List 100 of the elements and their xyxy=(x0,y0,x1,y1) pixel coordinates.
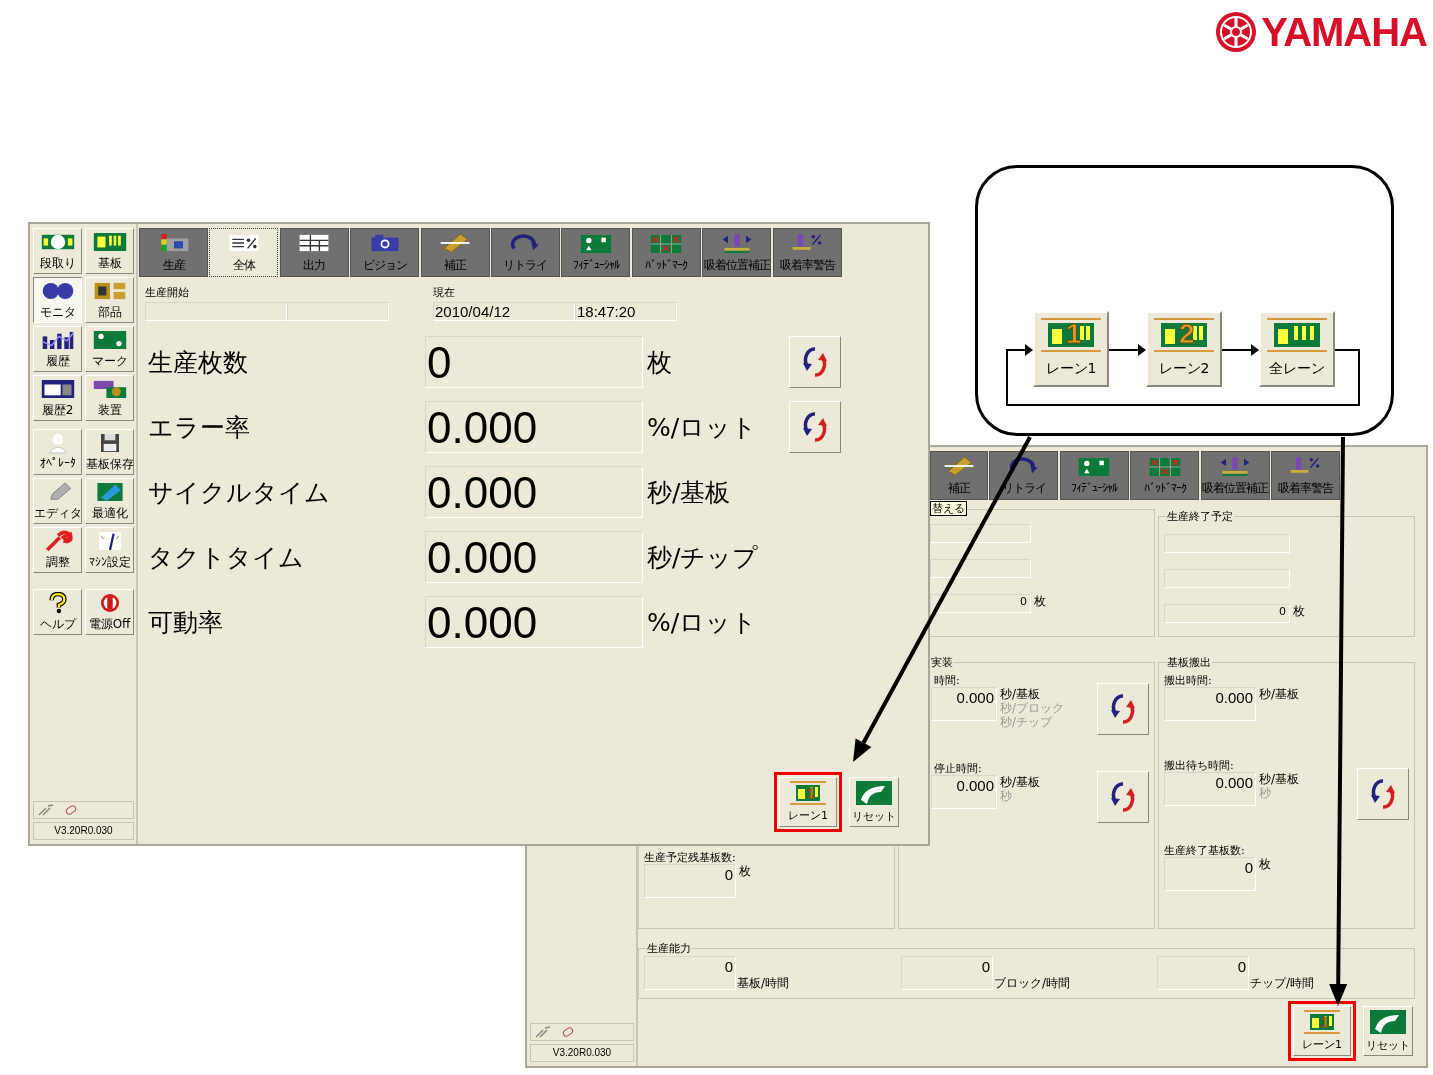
field-label: 生産開始 xyxy=(145,285,190,300)
group-title: 基板搬出 xyxy=(1166,655,1212,670)
circuit-board-icon xyxy=(91,231,128,253)
tab[interactable]: 補正 xyxy=(420,228,490,277)
tab[interactable]: ﾊﾞｯﾄﾞﾏｰｸ xyxy=(631,228,701,277)
unit-label: 秒/基板 xyxy=(1259,772,1300,786)
sidebar-button[interactable]: ｵﾍﾟﾚｰﾀ xyxy=(33,429,82,475)
unit-label: 秒/基板 xyxy=(646,476,732,509)
sidebar-button[interactable]: 基板保存 xyxy=(85,429,134,475)
unit-label: 秒/チップ xyxy=(1000,715,1054,729)
field-label: 生産終了基板数: xyxy=(1164,843,1246,857)
metric-value: 0 xyxy=(425,336,643,388)
unit-label: 秒 xyxy=(1000,789,1013,803)
pill-icon xyxy=(561,1026,575,1038)
refresh-icon xyxy=(803,346,827,378)
board-icon xyxy=(1302,1010,1342,1034)
sidebar-button[interactable]: 装置 xyxy=(85,375,134,421)
machine-icon xyxy=(91,378,128,400)
sidebar-button[interactable]: ヘルプ xyxy=(33,589,82,635)
lane-button[interactable]: 全レーン xyxy=(1259,311,1335,387)
refresh-button[interactable] xyxy=(789,336,841,388)
unit-label: ブロック/時間 xyxy=(994,976,1071,990)
readout-field: 0 xyxy=(1164,604,1290,623)
reset-button[interactable]: リセット xyxy=(1363,1006,1413,1056)
metric-label: 可動率 xyxy=(147,606,224,639)
sidebar-button[interactable]: ﾏｼﾝ設定 xyxy=(85,527,134,573)
tab[interactable]: 出力 xyxy=(279,228,349,277)
readout-field: 0 xyxy=(1164,857,1256,891)
readout-field: 0.000 xyxy=(931,775,997,809)
board-with-dots-icon xyxy=(91,329,128,351)
reset-button[interactable]: リセット xyxy=(849,777,899,827)
tab[interactable]: ﾌｨﾃﾞｭｰｼｬﾙ xyxy=(561,228,631,277)
metric-value: 0.000 xyxy=(425,401,643,453)
unit-label: 枚 xyxy=(739,864,751,878)
tab[interactable]: 吸着率警告 xyxy=(772,228,842,277)
sidebar-button[interactable]: 基板 xyxy=(85,228,134,274)
unit-label: 秒/チップ xyxy=(646,541,760,574)
unit-label: 枚 xyxy=(1259,857,1271,871)
readout-field: 0 xyxy=(1157,956,1249,990)
flow-arrow xyxy=(1221,344,1259,356)
tab[interactable]: リトライ xyxy=(490,228,560,277)
lane-number: 1 xyxy=(1066,320,1082,348)
lane-button[interactable]: 2 レーン2 xyxy=(1146,311,1222,387)
reset-icon xyxy=(855,780,893,806)
sidebar-button[interactable]: 調整 xyxy=(33,527,82,573)
date-field: 2010/04/12 xyxy=(433,302,575,321)
tab[interactable]: ﾊﾞｯﾄﾞﾏｰｸ xyxy=(1130,451,1200,500)
reset-icon xyxy=(1369,1009,1407,1035)
pill-icon xyxy=(64,804,78,816)
tab[interactable]: 全体 xyxy=(209,228,279,277)
tab[interactable]: 吸着率警告 xyxy=(1270,451,1340,500)
time-field: 18:47:20 xyxy=(575,302,677,321)
sidebar-button[interactable]: モニタ xyxy=(33,277,82,323)
unit-label: チップ/時間 xyxy=(1250,976,1315,990)
metric-label: タクトタイム xyxy=(147,541,305,574)
unit-label: 枚 xyxy=(1293,604,1305,618)
readout-field: 0.000 xyxy=(1164,687,1256,721)
sidebar-button[interactable]: マーク xyxy=(85,326,134,372)
lane-number: 2 xyxy=(1179,320,1195,348)
version-label: V3.20R0.030 xyxy=(530,1044,634,1062)
tab[interactable]: 補正 xyxy=(930,451,988,500)
tab[interactable]: 吸着位置補正 xyxy=(1200,451,1270,500)
sidebar-button[interactable]: 履歴 xyxy=(33,326,82,372)
metric-label: 生産枚数 xyxy=(147,346,249,379)
field-label: 搬出時間: xyxy=(1164,673,1213,687)
tab[interactable]: 生産 xyxy=(139,228,208,277)
refresh-button[interactable] xyxy=(789,401,841,453)
version-label: V3.20R0.030 xyxy=(33,822,134,840)
unit-label: %/ロット xyxy=(646,606,759,639)
sidebar-button[interactable]: 部品 xyxy=(85,277,134,323)
field-label: 搬出待ち時間: xyxy=(1164,758,1235,772)
readout-field: 0 xyxy=(644,864,736,898)
tab[interactable]: ビジョン xyxy=(350,228,420,277)
readout-field: 0.000 xyxy=(931,687,997,721)
field-label: 生産予定残基板数: xyxy=(644,850,737,864)
field-label: 時間: xyxy=(933,673,961,687)
field-label: 現在 xyxy=(433,285,456,300)
unit-label: 秒 xyxy=(1259,786,1272,800)
unit-label: 枚 xyxy=(1034,594,1046,608)
emblem-icon xyxy=(1215,11,1258,53)
tab[interactable]: 吸着位置補正 xyxy=(702,228,772,277)
group-title: 実装 xyxy=(930,655,954,670)
sidebar-button[interactable]: 最適化 xyxy=(85,478,134,524)
sidebar-button[interactable]: 電源Off xyxy=(85,589,134,635)
sidebar-button[interactable]: 段取り xyxy=(33,228,82,274)
readout-field: 0 xyxy=(930,594,1031,613)
tooltip: 替える xyxy=(930,501,967,516)
unit-label: %/ロット xyxy=(646,411,759,444)
unit-label: 枚 xyxy=(646,346,673,379)
unit-label: 秒/基板 xyxy=(1000,775,1041,789)
sidebar-button[interactable]: エディタ xyxy=(33,478,82,524)
refresh-button[interactable] xyxy=(1097,771,1149,823)
refresh-button[interactable] xyxy=(1357,768,1409,820)
unit-label: 秒/基板 xyxy=(1000,687,1042,701)
tab[interactable]: ﾌｨﾃﾞｭｰｼｬﾙ xyxy=(1059,451,1129,500)
sidebar-button[interactable]: 履歴2 xyxy=(33,375,82,421)
refresh-button[interactable] xyxy=(1097,683,1149,735)
metric-value: 0.000 xyxy=(425,596,643,648)
lane-button[interactable]: 1 レーン1 xyxy=(1033,311,1109,387)
board-icon xyxy=(1040,317,1102,353)
